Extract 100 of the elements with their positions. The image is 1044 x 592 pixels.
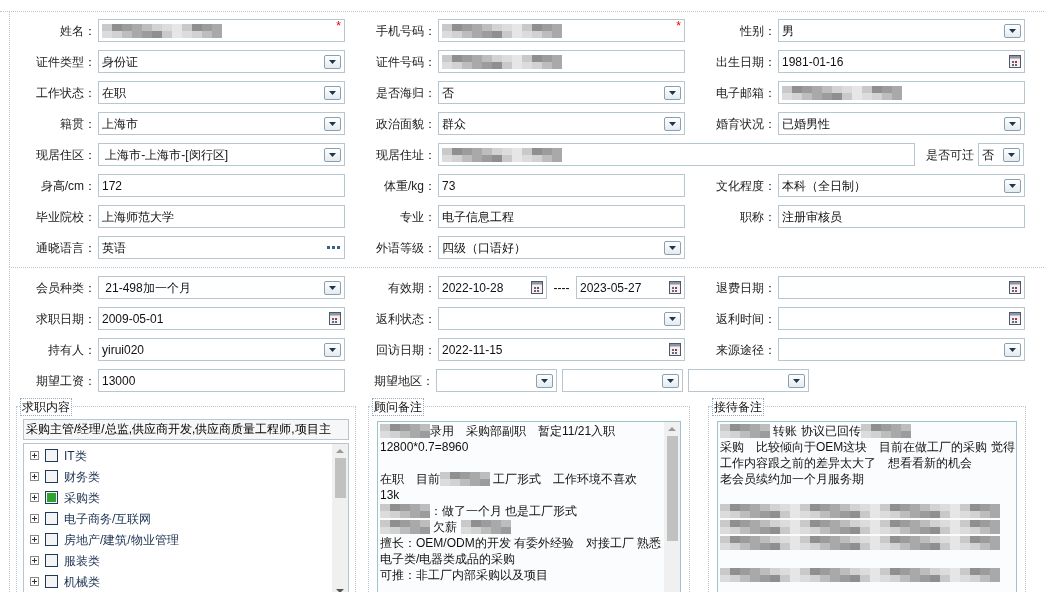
dropdown-button[interactable] xyxy=(1004,116,1021,131)
date-field[interactable]: 2009-05-01 xyxy=(98,307,345,330)
calendar-icon[interactable] xyxy=(669,281,681,294)
notes-field[interactable]: 录用 采购部副职 暂定11/21入职 12800*0.7=8960 在职 目前 工厂形式 工作环境不喜欢 13k ：做了一个月 也是工厂形式 欠薪 擅长：OEM/ODM的开发 有委外经验 对接工厂 熟悉 电子类/电器类成品的采购 可推：非工厂内部采购以及项目 xyxy=(377,421,681,592)
field-label: 通晓语言： xyxy=(35,239,97,257)
tree-item[interactable]: 机械类 xyxy=(30,571,332,592)
address-field[interactable] xyxy=(438,143,915,166)
checkbox[interactable] xyxy=(45,512,58,525)
expand-icon[interactable] xyxy=(30,577,39,586)
select-field[interactable] xyxy=(436,369,557,392)
expand-icon[interactable] xyxy=(30,472,39,481)
input-field[interactable]: 上海师范大学 xyxy=(98,205,345,228)
select-field[interactable]: 男 xyxy=(778,19,1025,42)
select-field[interactable]: 群众 xyxy=(438,112,685,135)
dropdown-button[interactable] xyxy=(664,240,681,255)
calendar-icon[interactable] xyxy=(1009,281,1021,294)
field-label: 是否可迁 xyxy=(926,146,975,164)
expand-icon[interactable] xyxy=(30,451,39,460)
checkbox[interactable] xyxy=(45,554,58,567)
tree-item[interactable]: IT类 xyxy=(30,445,332,466)
select-field[interactable]: 已婚男性 xyxy=(778,112,1025,135)
notes-field[interactable]: 转账 协议已回传 采购 比较倾向于OEM这块 目前在做工厂的采购 觉得 工作内容跟之前的差异太大了 想看看新的机会 老会员续约加一个月服务期 xyxy=(717,421,1017,592)
dropdown-button[interactable] xyxy=(664,85,681,100)
tree-item[interactable]: 房地产/建筑/物业管理 xyxy=(30,529,332,550)
select-field[interactable]: yirui020 xyxy=(98,338,345,361)
tree-item[interactable]: 财务类 xyxy=(30,466,332,487)
tree-item[interactable]: 采购类 xyxy=(30,487,332,508)
select-field[interactable] xyxy=(562,369,683,392)
more-icon[interactable] xyxy=(327,245,341,250)
input-field[interactable] xyxy=(778,81,1025,104)
scroll-thumb[interactable] xyxy=(334,458,346,498)
dropdown-button[interactable] xyxy=(1004,178,1021,193)
select-field[interactable]: 上海市-上海市-[闵行区] xyxy=(98,143,345,166)
dropdown-button[interactable] xyxy=(1004,23,1021,38)
select-field[interactable]: 本科（全日制） xyxy=(778,174,1025,197)
select-field[interactable]: 否 xyxy=(978,143,1024,166)
scrollbar[interactable] xyxy=(332,444,348,592)
calendar-icon[interactable] xyxy=(1009,55,1021,68)
calendar-icon[interactable] xyxy=(1009,312,1021,325)
date-field[interactable] xyxy=(778,276,1025,299)
dropdown-button[interactable] xyxy=(1003,147,1020,162)
tree-item[interactable]: 服装类 xyxy=(30,550,332,571)
select-field[interactable] xyxy=(688,369,809,392)
dropdown-button[interactable] xyxy=(662,373,679,388)
expand-icon[interactable] xyxy=(30,514,39,523)
dropdown-button[interactable] xyxy=(324,116,341,131)
select-field[interactable]: 身份证 xyxy=(98,50,345,73)
dropdown-button[interactable] xyxy=(664,116,681,131)
dropdown-button[interactable] xyxy=(536,373,553,388)
select-field[interactable]: 在职 xyxy=(98,81,345,104)
date-field[interactable]: 2023-05-27 xyxy=(576,276,685,299)
required-mark: * xyxy=(336,20,341,32)
dropdown-button[interactable] xyxy=(324,280,341,295)
expand-icon[interactable] xyxy=(30,493,39,502)
input-field[interactable]: 电子信息工程 xyxy=(438,205,685,228)
note-text: 擅长：OEM/ODM的开发 有委外经验 对接工厂 熟悉 xyxy=(380,535,662,551)
calendar-icon[interactable] xyxy=(669,343,681,356)
input-field[interactable]: 英语 xyxy=(98,236,345,259)
dropdown-button[interactable] xyxy=(324,147,341,162)
select-field[interactable] xyxy=(438,307,685,330)
input-field[interactable]: 172 xyxy=(98,174,345,197)
checkbox[interactable] xyxy=(45,449,58,462)
input-field[interactable]: * xyxy=(438,19,685,42)
scroll-thumb[interactable] xyxy=(666,436,678,541)
field-label: 工作状态： xyxy=(35,84,97,102)
input-field[interactable]: 73 xyxy=(438,174,685,197)
field-label: 手机号码： xyxy=(375,22,437,40)
scrollbar[interactable] xyxy=(664,422,680,592)
dropdown-button[interactable] xyxy=(1004,342,1021,357)
expand-icon[interactable] xyxy=(30,535,39,544)
dropdown-button[interactable] xyxy=(324,342,341,357)
tree-item[interactable]: 电子商务/互联网 xyxy=(30,508,332,529)
select-field[interactable] xyxy=(778,338,1025,361)
input-field[interactable]: 13000 xyxy=(98,369,345,392)
checkbox[interactable] xyxy=(45,575,58,588)
dropdown-button[interactable] xyxy=(788,373,805,388)
caret-icon xyxy=(1009,28,1016,33)
blurred-text xyxy=(380,424,430,438)
selected-jobs-field[interactable]: 采购主管/经理/总监,供应商开发,供应商质量工程师,项目主 xyxy=(23,419,349,440)
checkbox[interactable] xyxy=(45,533,58,546)
select-field[interactable]: 21-498加一个月 xyxy=(98,276,345,299)
checkbox[interactable] xyxy=(45,470,58,483)
date-field[interactable]: 1981-01-16 xyxy=(778,50,1025,73)
calendar-icon[interactable] xyxy=(531,281,543,294)
dropdown-button[interactable] xyxy=(324,85,341,100)
expand-icon[interactable] xyxy=(30,556,39,565)
dropdown-button[interactable] xyxy=(324,54,341,69)
required-mark: * xyxy=(676,20,681,32)
calendar-icon[interactable] xyxy=(329,312,341,325)
select-field[interactable]: 四级（口语好） xyxy=(438,236,685,259)
select-field[interactable]: 上海市 xyxy=(98,112,345,135)
input-field[interactable]: * xyxy=(98,19,345,42)
input-field[interactable]: 注册审核员 xyxy=(778,205,1025,228)
select-field[interactable]: 否 xyxy=(438,81,685,104)
checkbox[interactable] xyxy=(45,491,58,504)
input-field[interactable] xyxy=(438,50,685,73)
date-field[interactable] xyxy=(778,307,1025,330)
date-field[interactable]: 2022-11-15 xyxy=(438,338,685,361)
date-field[interactable]: 2022-10-28 xyxy=(438,276,547,299)
dropdown-button[interactable] xyxy=(664,311,681,326)
